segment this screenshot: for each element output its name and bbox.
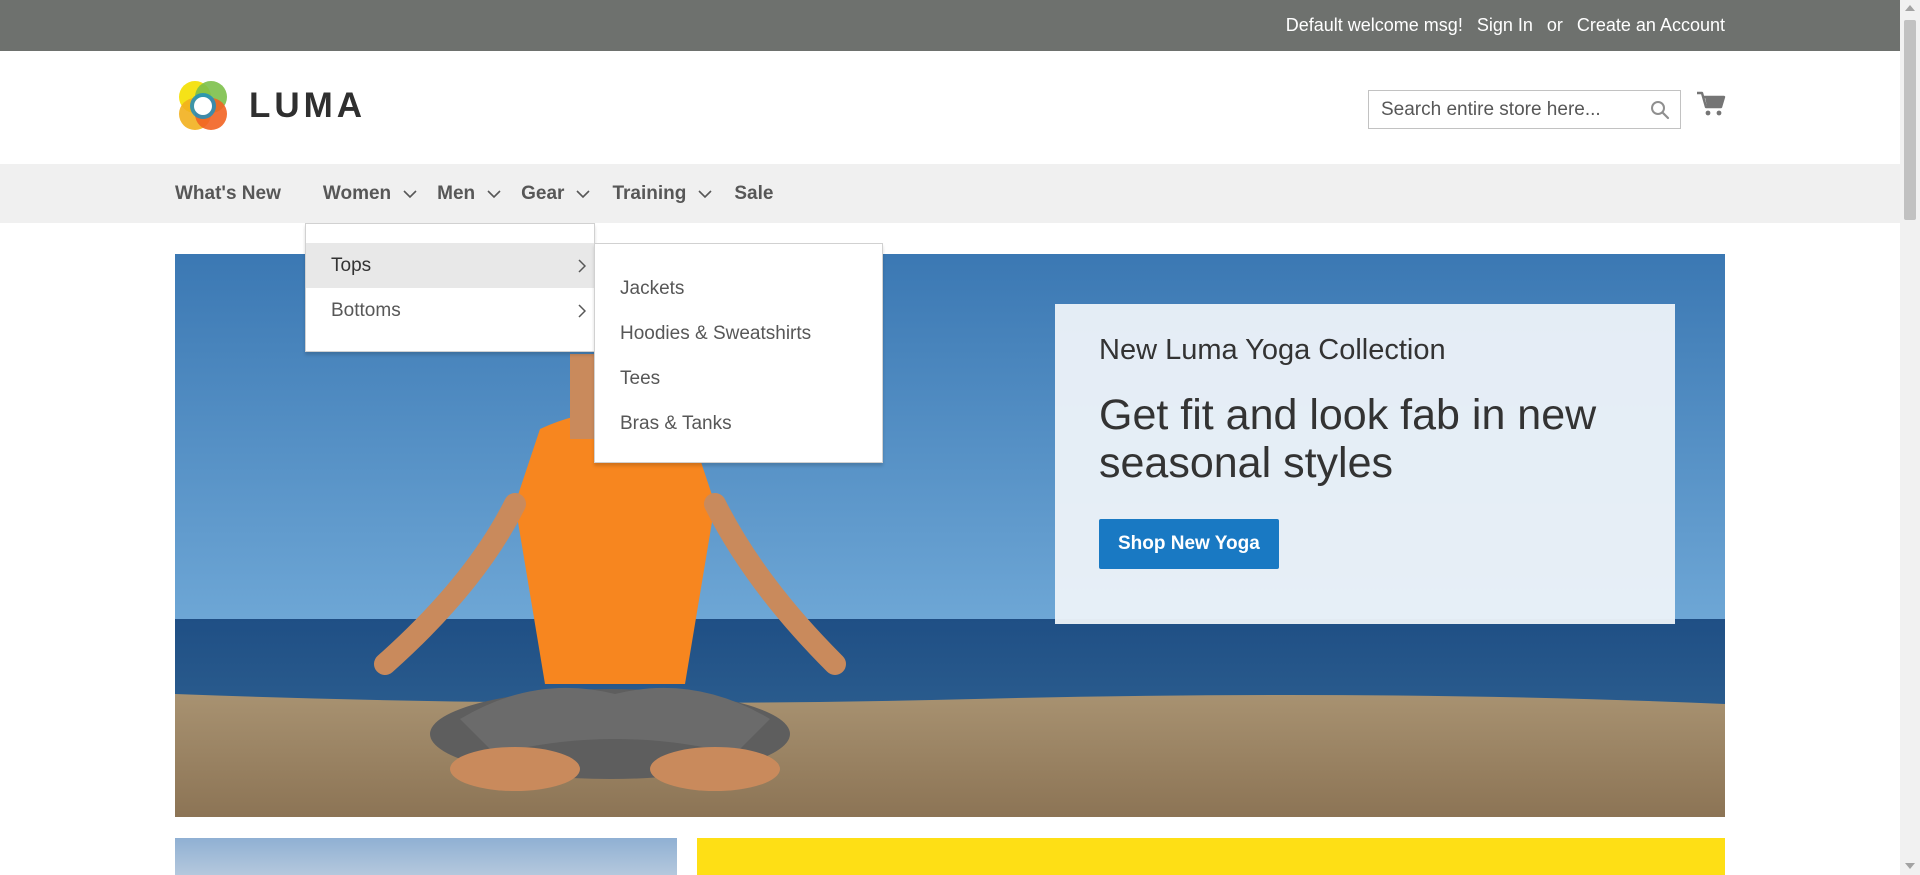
scroll-down-arrow-icon[interactable] <box>1905 863 1915 869</box>
promo-panel-right[interactable] <box>697 838 1725 875</box>
nav-item-label: What's New <box>175 182 281 204</box>
submenu-item-label: Tops <box>331 254 372 276</box>
submenu-item-hoodies-sweatshirts[interactable]: Hoodies & Sweatshirts <box>595 311 882 356</box>
sign-in-link[interactable]: Sign In <box>1477 15 1533 36</box>
header-links: Default welcome msg! Sign In or Create a… <box>1286 0 1725 51</box>
submenu-item-tees[interactable]: Tees <box>595 356 882 401</box>
chevron-down-icon <box>576 189 591 198</box>
shop-new-yoga-button[interactable]: Shop New Yoga <box>1099 519 1279 569</box>
nav-item-sale[interactable]: Sale <box>734 183 773 205</box>
logo-text: LUMA <box>249 86 367 125</box>
nav-item-label: Sale <box>734 182 774 204</box>
luma-logo-icon <box>179 81 227 130</box>
chevron-right-icon <box>578 304 586 318</box>
page-scrollbar[interactable] <box>1900 0 1920 875</box>
chevron-right-icon <box>578 259 586 273</box>
nav-item-men[interactable]: Men <box>437 183 501 205</box>
women-submenu: Tops Bottoms <box>305 223 595 352</box>
tops-submenu: Jackets Hoodies & Sweatshirts Tees Bras … <box>594 243 883 463</box>
top-panel: Default welcome msg! Sign In or Create a… <box>0 0 1900 51</box>
nav-item-label: Men <box>437 182 476 204</box>
submenu-item-label: Bottoms <box>331 299 401 321</box>
nav-item-training[interactable]: Training <box>612 183 712 205</box>
nav-item-label: Gear <box>521 182 565 204</box>
promo-box: New Luma Yoga Collection Get fit and loo… <box>1055 304 1675 624</box>
search-icon[interactable] <box>1650 100 1670 120</box>
chevron-down-icon <box>487 189 501 198</box>
scrollbar-thumb[interactable] <box>1904 20 1916 220</box>
submenu-item-bottoms[interactable]: Bottoms <box>306 288 594 333</box>
submenu-item-jackets[interactable]: Jackets <box>595 266 882 311</box>
chevron-down-icon <box>403 189 417 198</box>
chevron-down-icon <box>698 189 712 198</box>
header: LUMA <box>0 51 1900 164</box>
or-text: or <box>1546 15 1563 35</box>
main-navigation: What's New Women Men Gear Training Sale <box>0 164 1900 223</box>
nav-item-label: Training <box>612 182 687 204</box>
nav-item-women[interactable]: Women <box>323 183 417 205</box>
search-input[interactable] <box>1369 91 1680 128</box>
create-account-link[interactable]: Create an Account <box>1577 15 1725 36</box>
logo[interactable]: LUMA <box>175 78 366 134</box>
nav-item-gear[interactable]: Gear <box>521 182 591 205</box>
promo-subtitle: New Luma Yoga Collection <box>1099 334 1446 366</box>
welcome-message: Default welcome msg! <box>1285 15 1463 35</box>
promo-panel-left[interactable] <box>175 838 677 875</box>
cart-icon[interactable] <box>1696 89 1726 119</box>
nav-item-whats-new[interactable]: What's New <box>175 183 281 205</box>
submenu-item-bras-tanks[interactable]: Bras & Tanks <box>595 401 882 446</box>
submenu-item-tops[interactable]: Tops <box>306 243 594 288</box>
scroll-up-arrow-icon[interactable] <box>1905 5 1915 11</box>
promo-headline: Get fit and look fab in new seasonal sty… <box>1099 391 1597 487</box>
search-box <box>1368 90 1681 129</box>
nav-item-label: Women <box>322 182 392 204</box>
